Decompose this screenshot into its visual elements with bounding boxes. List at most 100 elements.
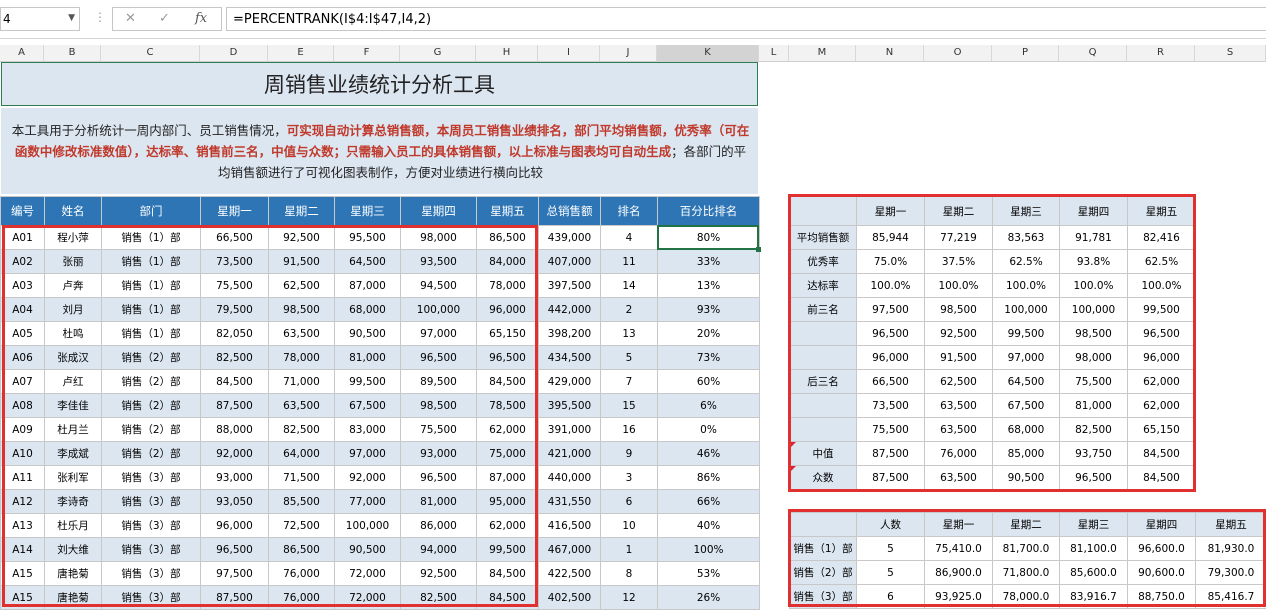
- table-cell[interactable]: 407,000: [539, 250, 601, 274]
- stats-label-cell[interactable]: [790, 418, 857, 442]
- table-cell[interactable]: 99,500: [335, 370, 401, 394]
- table-cell[interactable]: 84,000: [477, 250, 539, 274]
- table-cell[interactable]: 14: [601, 274, 658, 298]
- col-header-n[interactable]: N: [856, 45, 924, 61]
- stats-value-cell[interactable]: 67,500: [993, 394, 1060, 418]
- table-cell[interactable]: 75,500: [201, 274, 269, 298]
- dept-value-cell[interactable]: 81,930.0: [1196, 537, 1266, 561]
- stats-value-cell[interactable]: 97,500: [857, 298, 925, 322]
- table-cell[interactable]: 13: [601, 322, 658, 346]
- dept-value-cell[interactable]: 81,100.0: [1060, 537, 1128, 561]
- table-cell[interactable]: 93%: [658, 298, 760, 322]
- stats-value-cell[interactable]: 91,500: [925, 346, 993, 370]
- table-cell[interactable]: 12: [601, 586, 658, 610]
- dept-value-cell[interactable]: 93,925.0: [925, 585, 993, 609]
- header-rank[interactable]: 排名: [601, 197, 658, 226]
- col-header-d[interactable]: D: [200, 45, 268, 61]
- table-cell[interactable]: 72,000: [335, 562, 401, 586]
- table-cell[interactable]: 89,500: [401, 370, 477, 394]
- table-cell[interactable]: 销售（2）部: [102, 370, 201, 394]
- stats-value-cell[interactable]: 84,500: [1128, 466, 1196, 490]
- stats-value-cell[interactable]: 99,500: [993, 322, 1060, 346]
- table-cell[interactable]: 83,000: [335, 418, 401, 442]
- col-header-o[interactable]: O: [924, 45, 992, 61]
- table-cell[interactable]: 68,000: [335, 298, 401, 322]
- table-cell[interactable]: 75,500: [401, 418, 477, 442]
- dept-value-cell[interactable]: 85,416.7: [1196, 585, 1266, 609]
- table-cell[interactable]: 78,000: [269, 346, 335, 370]
- stats-label-cell[interactable]: [790, 322, 857, 346]
- table-cell[interactable]: 67,500: [335, 394, 401, 418]
- stats-value-cell[interactable]: 76,000: [925, 442, 993, 466]
- dept-value-cell[interactable]: 71,800.0: [993, 561, 1060, 585]
- stats-value-cell[interactable]: 98,500: [925, 298, 993, 322]
- stats-label-cell[interactable]: 平均销售额: [790, 226, 857, 250]
- dept-header-cell[interactable]: 星期三: [1060, 513, 1128, 537]
- stats-header-cell[interactable]: 星期五: [1128, 197, 1196, 226]
- table-cell[interactable]: 434,500: [539, 346, 601, 370]
- stats-value-cell[interactable]: 81,000: [1060, 394, 1128, 418]
- table-cell[interactable]: 16: [601, 418, 658, 442]
- table-cell[interactable]: 76,000: [269, 562, 335, 586]
- stats-value-cell[interactable]: 91,781: [1060, 226, 1128, 250]
- table-cell[interactable]: 销售（2）部: [102, 394, 201, 418]
- table-cell[interactable]: 94,500: [401, 274, 477, 298]
- table-cell[interactable]: 11: [601, 250, 658, 274]
- dept-value-cell[interactable]: 85,600.0: [1060, 561, 1128, 585]
- table-cell[interactable]: 销售（1）部: [102, 250, 201, 274]
- col-header-h[interactable]: H: [476, 45, 538, 61]
- stats-value-cell[interactable]: 90,500: [993, 466, 1060, 490]
- table-cell[interactable]: 20%: [658, 322, 760, 346]
- header-name[interactable]: 姓名: [45, 197, 102, 226]
- stats-header-cell[interactable]: 星期一: [857, 197, 925, 226]
- table-cell[interactable]: 66,500: [201, 226, 269, 250]
- table-cell[interactable]: 98,500: [269, 298, 335, 322]
- table-cell[interactable]: 62,000: [477, 514, 539, 538]
- stats-value-cell[interactable]: 96,000: [1128, 346, 1196, 370]
- table-cell[interactable]: 33%: [658, 250, 760, 274]
- table-cell[interactable]: 72,500: [269, 514, 335, 538]
- col-header-a[interactable]: A: [0, 45, 44, 61]
- col-header-f[interactable]: F: [334, 45, 400, 61]
- table-cell[interactable]: 416,500: [539, 514, 601, 538]
- table-cell[interactable]: 93,000: [401, 442, 477, 466]
- header-thu[interactable]: 星期四: [401, 197, 477, 226]
- table-cell[interactable]: 9: [601, 442, 658, 466]
- dept-value-cell[interactable]: 6: [857, 585, 925, 609]
- stats-value-cell[interactable]: 100.0%: [1060, 274, 1128, 298]
- table-cell[interactable]: 90,500: [335, 538, 401, 562]
- table-cell[interactable]: 64,000: [269, 442, 335, 466]
- table-cell[interactable]: 86%: [658, 466, 760, 490]
- table-cell[interactable]: 销售（1）部: [102, 322, 201, 346]
- dept-label-cell[interactable]: 销售（2）部: [790, 561, 857, 585]
- table-cell[interactable]: 88,000: [201, 418, 269, 442]
- header-fri[interactable]: 星期五: [477, 197, 539, 226]
- table-cell[interactable]: 2: [601, 298, 658, 322]
- table-cell[interactable]: 76,000: [269, 586, 335, 610]
- header-mon[interactable]: 星期一: [201, 197, 269, 226]
- stats-value-cell[interactable]: 62,500: [925, 370, 993, 394]
- table-cell[interactable]: 销售（2）部: [102, 418, 201, 442]
- dept-header-cell[interactable]: 星期一: [925, 513, 993, 537]
- fill-handle[interactable]: [756, 247, 761, 252]
- stats-value-cell[interactable]: 100.0%: [925, 274, 993, 298]
- table-cell[interactable]: 1: [601, 538, 658, 562]
- table-cell[interactable]: 63,500: [269, 322, 335, 346]
- table-cell[interactable]: A04: [1, 298, 45, 322]
- table-cell[interactable]: 60%: [658, 370, 760, 394]
- stats-value-cell[interactable]: 93.8%: [1060, 250, 1128, 274]
- stats-value-cell[interactable]: 63,500: [925, 394, 993, 418]
- stats-value-cell[interactable]: 37.5%: [925, 250, 993, 274]
- table-cell[interactable]: 75,000: [477, 442, 539, 466]
- dept-value-cell[interactable]: 96,600.0: [1128, 537, 1196, 561]
- stats-value-cell[interactable]: 96,500: [1128, 322, 1196, 346]
- dept-label-cell[interactable]: 销售（1）部: [790, 537, 857, 561]
- table-cell[interactable]: 销售（3）部: [102, 586, 201, 610]
- stats-value-cell[interactable]: 93,750: [1060, 442, 1128, 466]
- table-cell[interactable]: 46%: [658, 442, 760, 466]
- header-total[interactable]: 总销售额: [539, 197, 601, 226]
- table-cell[interactable]: 96,000: [477, 298, 539, 322]
- table-cell[interactable]: 刘大维: [45, 538, 102, 562]
- table-cell[interactable]: 张丽: [45, 250, 102, 274]
- stats-value-cell[interactable]: 75,500: [1060, 370, 1128, 394]
